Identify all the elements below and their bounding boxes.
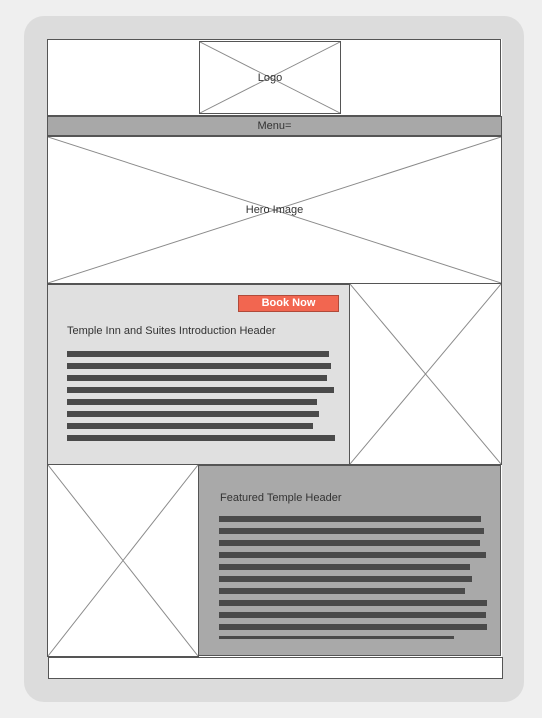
text-line [219, 516, 481, 522]
text-line [67, 411, 319, 417]
text-line [219, 600, 487, 606]
text-line [67, 399, 317, 405]
logo-placeholder[interactable]: Logo [199, 41, 341, 114]
footer [48, 657, 503, 679]
text-line [219, 552, 486, 558]
intro-section: Book Now Temple Inn and Suites Introduct… [47, 284, 350, 465]
menu-button[interactable]: Menu= [48, 120, 501, 132]
placeholder-cross-icon [48, 465, 198, 656]
text-line [67, 363, 331, 369]
text-line [219, 564, 470, 570]
hero-label: Hero Image [245, 204, 304, 216]
book-now-button[interactable]: Book Now [238, 295, 339, 312]
text-line [219, 624, 487, 630]
text-line [67, 387, 334, 393]
menu-bar[interactable]: Menu= [47, 116, 502, 136]
logo-label: Logo [257, 71, 283, 84]
placeholder-cross-icon [350, 284, 501, 464]
intro-image [349, 283, 502, 465]
text-line [67, 351, 329, 357]
text-line [67, 435, 335, 441]
text-line [219, 588, 465, 594]
text-line [219, 576, 472, 582]
text-line [219, 612, 486, 618]
intro-title: Temple Inn and Suites Introduction Heade… [67, 325, 276, 337]
text-line [67, 423, 313, 429]
featured-image [47, 464, 199, 657]
featured-section: Featured Temple Header [198, 465, 501, 656]
hero-image: Hero Image [47, 136, 502, 284]
featured-title: Featured Temple Header [220, 492, 342, 504]
text-line [219, 528, 484, 534]
text-line [219, 636, 454, 639]
text-line [219, 540, 480, 546]
text-line [67, 375, 327, 381]
